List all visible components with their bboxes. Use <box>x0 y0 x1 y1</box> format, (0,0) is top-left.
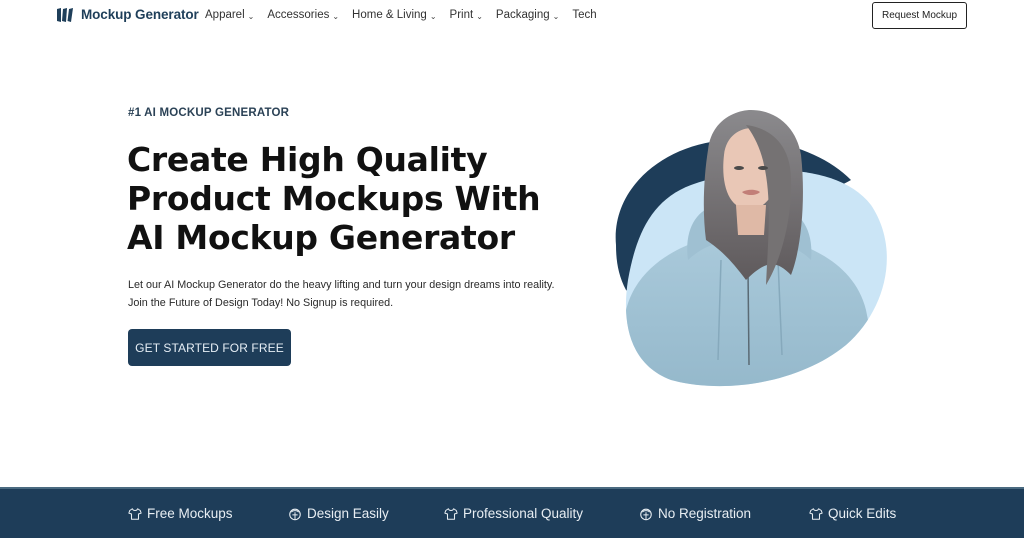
hero-subtitle-line: Join the Future of Design Today! No Sign… <box>128 297 394 309</box>
get-started-button[interactable]: GET STARTED FOR FREE <box>128 329 291 366</box>
hero-title-line: Product Mockups With <box>127 179 541 218</box>
feature-label: No Registration <box>658 506 752 521</box>
hoodie-icon <box>640 508 652 520</box>
hero-eyebrow: #1 AI MOCKUP GENERATOR <box>128 107 290 119</box>
chevron-down-icon: ⌄ <box>247 11 255 21</box>
nav-item-packaging[interactable]: Packaging ⌄ <box>496 9 559 21</box>
feature-item: Free Mockups <box>128 506 233 521</box>
tshirt-icon <box>444 507 458 520</box>
tshirt-icon <box>128 507 142 520</box>
feature-item: Professional Quality <box>444 506 583 521</box>
request-mockup-button[interactable]: Request Mockup <box>872 2 967 29</box>
nav-item-apparel[interactable]: Apparel ⌄ <box>205 9 254 21</box>
feature-bar: Free Mockups Design Easily Professional … <box>0 487 1024 538</box>
feature-item: No Registration <box>639 506 751 521</box>
hero-image <box>615 110 887 387</box>
feature-label: Design Easily <box>307 506 389 521</box>
main-nav: Apparel ⌄ Accessories ⌄ Home & Living ⌄ … <box>205 9 597 21</box>
tshirt-icon <box>809 507 823 520</box>
hero-title: Create High Quality Product Mockups With… <box>127 140 597 257</box>
hero-subtitle: Let our AI Mockup Generator do the heavy… <box>128 276 578 312</box>
brand-logo[interactable]: Mockup Generator <box>57 7 199 22</box>
feature-label: Quick Edits <box>828 506 897 521</box>
feature-item: Quick Edits <box>809 506 896 521</box>
landing-page: Mockup Generator Apparel ⌄ Accessories ⌄… <box>0 0 1024 538</box>
nav-label: Home & Living <box>352 9 427 21</box>
nav-item-home-living[interactable]: Home & Living ⌄ <box>352 9 437 21</box>
site-header: Mockup Generator Apparel ⌄ Accessories ⌄… <box>0 0 1024 32</box>
nav-item-print[interactable]: Print ⌄ <box>450 9 483 21</box>
nav-item-tech[interactable]: Tech <box>572 9 596 21</box>
chevron-down-icon: ⌄ <box>476 11 483 21</box>
nav-label: Packaging <box>495 9 550 21</box>
hero-subtitle-line: Let our AI Mockup Generator do the heavy… <box>128 279 555 291</box>
nav-item-accessories[interactable]: Accessories ⌄ <box>267 9 339 21</box>
hero-title-line: AI Mockup Generator <box>127 218 515 257</box>
chevron-down-icon: ⌄ <box>332 11 340 21</box>
nav-label: Print <box>449 9 474 21</box>
logo-icon <box>57 7 73 22</box>
chevron-down-icon: ⌄ <box>429 11 437 21</box>
feature-item: Design Easily <box>288 506 389 521</box>
feature-label: Free Mockups <box>147 506 233 521</box>
nav-label: Accessories <box>267 9 330 21</box>
hoodie-icon <box>289 508 301 520</box>
feature-label: Professional Quality <box>463 506 584 521</box>
nav-label: Tech <box>572 9 597 21</box>
nav-label: Apparel <box>205 9 245 21</box>
brand-name: Mockup Generator <box>81 7 199 22</box>
hero-title-line: Create High Quality <box>127 140 488 179</box>
chevron-down-icon: ⌄ <box>552 11 560 21</box>
